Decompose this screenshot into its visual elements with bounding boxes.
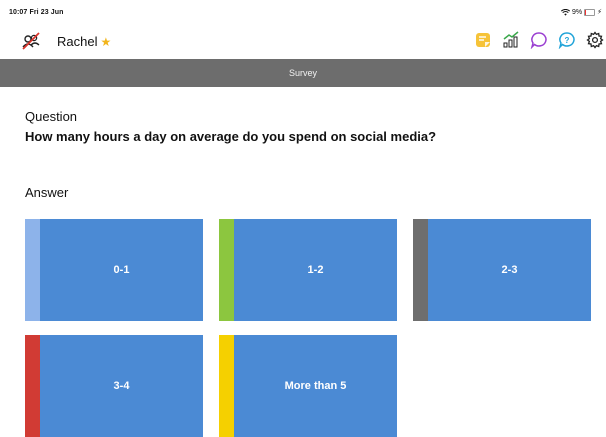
- no-people-icon[interactable]: [20, 30, 42, 52]
- date: Fri 23 Jun: [29, 9, 64, 16]
- chat-icon[interactable]: [528, 29, 550, 51]
- user-name-text: Rachel: [57, 34, 98, 49]
- status-bar: 10:07 Fri 23 Jun 9% ⚡: [0, 0, 606, 26]
- answer-option-3-4[interactable]: 3-4: [25, 335, 203, 437]
- section-title: Survey: [288, 68, 317, 78]
- answer-option-label: 3-4: [113, 380, 130, 392]
- question-text: How many hours a day on average do you s…: [25, 129, 437, 144]
- sticky-note-icon[interactable]: [472, 29, 494, 51]
- answer-option-1-2[interactable]: 1-2: [219, 219, 397, 321]
- question-label: Question: [25, 109, 78, 124]
- option-stripe: [219, 219, 234, 321]
- help-icon[interactable]: ?: [556, 29, 578, 51]
- section-title-bar: Survey: [0, 59, 606, 87]
- status-indicators: 9% ⚡: [560, 8, 602, 16]
- option-stripe: [413, 219, 428, 321]
- answer-option-label: 0-1: [113, 264, 130, 276]
- answer-option-label: More than 5: [284, 380, 347, 392]
- star-icon: ★: [100, 35, 112, 49]
- answer-option-2-3[interactable]: 2-3: [413, 219, 591, 321]
- answer-label: Answer: [25, 185, 69, 200]
- battery-percent: 9%: [571, 8, 583, 16]
- option-stripe: [219, 335, 234, 437]
- option-stripe: [25, 335, 40, 437]
- toolbar-icons: ?: [466, 29, 606, 51]
- battery-icon: [584, 8, 596, 16]
- wifi-icon: [560, 8, 570, 16]
- charging-icon: ⚡: [597, 9, 602, 16]
- answer-option-0-1[interactable]: 0-1: [25, 219, 203, 321]
- app-header: Rachel ★ ?: [0, 26, 606, 58]
- answer-option-label: 2-3: [501, 264, 518, 276]
- user-name[interactable]: Rachel ★: [57, 34, 111, 49]
- status-time: 10:07 Fri 23 Jun: [9, 9, 64, 16]
- answer-option-label: 1-2: [307, 264, 324, 276]
- time: 10:07: [9, 9, 28, 16]
- settings-icon[interactable]: [584, 29, 606, 51]
- stats-icon[interactable]: [500, 29, 522, 51]
- svg-text:?: ?: [565, 36, 570, 45]
- answer-option-more-than-5[interactable]: More than 5: [219, 335, 397, 437]
- option-stripe: [25, 219, 40, 321]
